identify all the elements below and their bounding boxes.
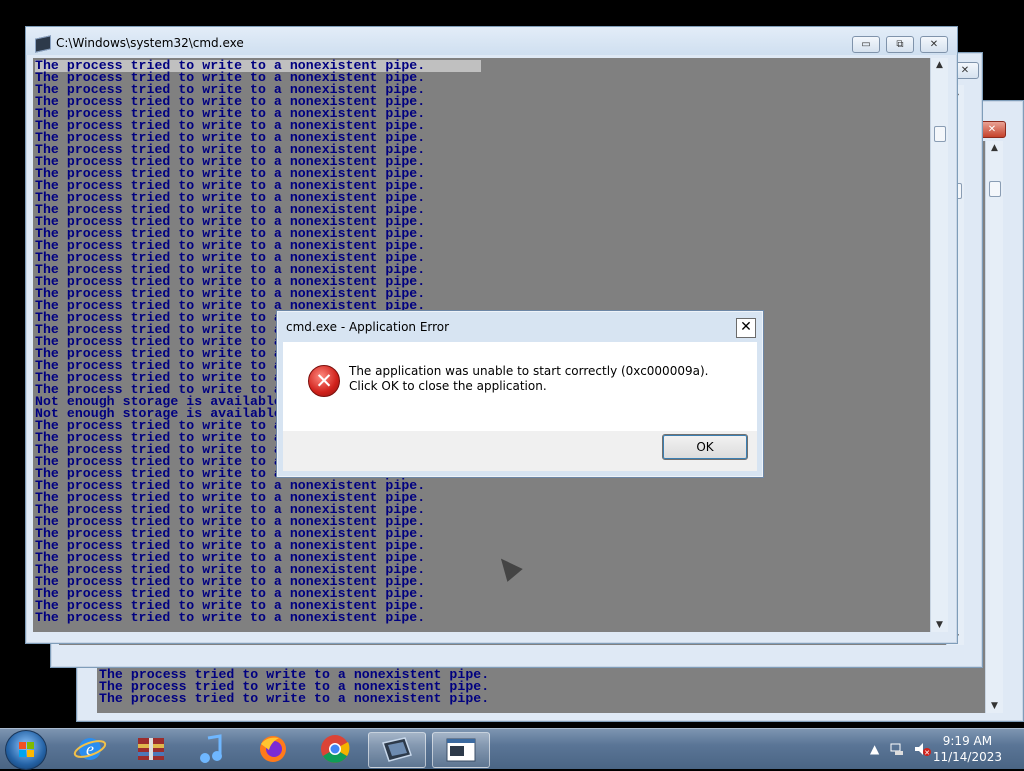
clock-date: 11/14/2023 [932, 750, 1002, 764]
scroll-down-arrow-icon[interactable]: ▼ [986, 699, 1003, 713]
dialog-footer: OK [283, 431, 757, 471]
scroll-thumb[interactable] [989, 181, 1001, 197]
scroll-up-arrow-icon[interactable]: ▲ [986, 141, 1003, 155]
minimize-button[interactable]: ▭ [852, 36, 880, 53]
application-error-dialog[interactable]: cmd.exe - Application Error ✕ ✕ The appl… [276, 310, 764, 478]
vertical-scrollbar[interactable]: ▲ ▼ [930, 58, 948, 632]
chrome-icon[interactable] [307, 732, 363, 766]
start-button[interactable] [5, 730, 47, 770]
dialog-title: cmd.exe - Application Error [286, 320, 450, 334]
console-line: The process tried to write to a nonexist… [99, 691, 490, 706]
cmd-window-icon[interactable] [368, 732, 426, 768]
cmd-icon [35, 35, 51, 53]
scroll-up-arrow-icon[interactable]: ▲ [931, 58, 948, 72]
archive-manager-icon[interactable] [123, 732, 179, 766]
show-hidden-icons-arrow-icon[interactable]: ▲ [870, 742, 879, 756]
console-window-icon[interactable] [432, 732, 490, 768]
windows-logo-icon [19, 742, 35, 758]
firefox-icon[interactable] [245, 732, 301, 766]
ok-button[interactable]: OK [662, 434, 748, 460]
network-icon[interactable] [890, 742, 906, 759]
clock-time: 9:19 AM [942, 734, 993, 748]
close-button[interactable]: ✕ [920, 36, 948, 53]
error-icon: ✕ [308, 365, 340, 397]
scroll-down-arrow-icon[interactable]: ▼ [931, 618, 948, 632]
window-title: C:\Windows\system32\cmd.exe [56, 36, 244, 50]
restore-button[interactable]: ⧉ [886, 36, 914, 53]
media-player-icon[interactable] [184, 732, 240, 766]
console-line: The process tried to write to a nonexist… [35, 610, 426, 625]
scroll-thumb[interactable] [934, 126, 946, 142]
taskbar: e ▲ ✕ 9:19 AM 11/14/2023 [0, 728, 1024, 770]
volume-muted-icon[interactable]: ✕ [914, 742, 932, 759]
dialog-close-button[interactable]: ✕ [736, 318, 756, 338]
title-bar[interactable]: C:\Windows\system32\cmd.exe ▭ ⧉ ✕ [26, 27, 957, 55]
system-clock[interactable]: 9:19 AM 11/14/2023 [933, 733, 1002, 765]
internet-explorer-icon[interactable]: e [62, 732, 118, 766]
svg-text:✕: ✕ [924, 749, 930, 756]
vertical-scrollbar[interactable]: ▲ ▼ [985, 141, 1003, 713]
console-output: The process tried to write to a nonexist… [99, 668, 490, 706]
error-message: The application was unable to start corr… [349, 364, 709, 393]
dialog-body: ✕ The application was unable to start co… [283, 342, 757, 431]
